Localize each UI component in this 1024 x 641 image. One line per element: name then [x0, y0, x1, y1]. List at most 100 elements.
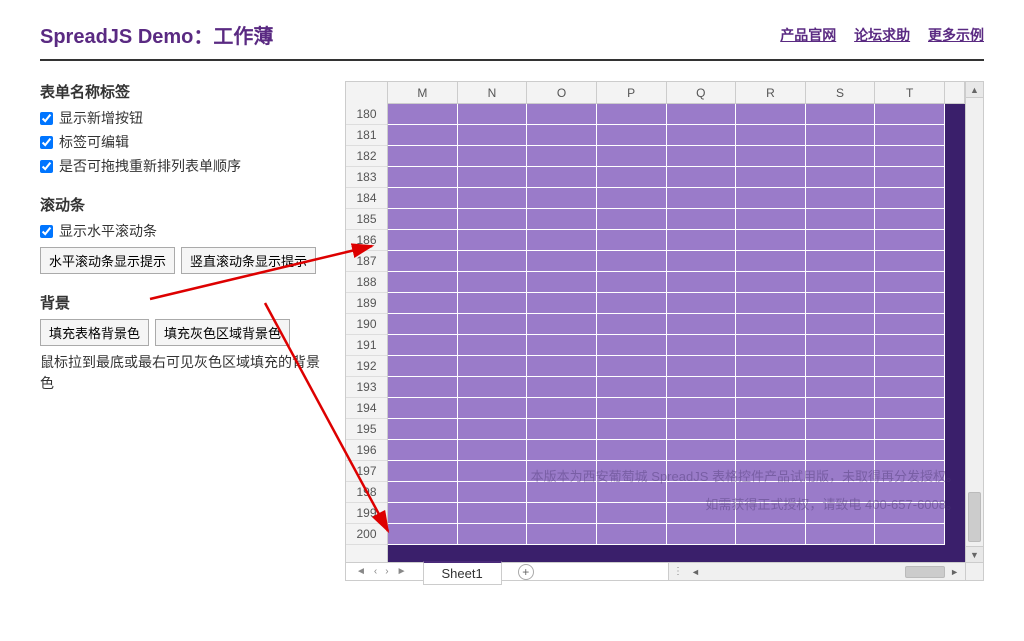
fill-gray-bg-button[interactable]: 填充灰色区域背景色: [155, 319, 290, 346]
cell[interactable]: [527, 230, 597, 251]
row-header-198[interactable]: 198: [346, 482, 388, 503]
cell[interactable]: [667, 335, 737, 356]
cell[interactable]: [597, 104, 667, 125]
check-tab-editable[interactable]: 标签可编辑: [40, 132, 325, 152]
cell[interactable]: [667, 398, 737, 419]
cell[interactable]: [736, 377, 806, 398]
tab-nav-prev-icon[interactable]: ‹: [372, 566, 379, 577]
column-header-N[interactable]: N: [458, 82, 528, 103]
cell[interactable]: [527, 125, 597, 146]
cell[interactable]: [458, 314, 528, 335]
cell[interactable]: [736, 293, 806, 314]
cell[interactable]: [388, 251, 458, 272]
cell[interactable]: [736, 230, 806, 251]
row-header-196[interactable]: 196: [346, 440, 388, 461]
cell[interactable]: [388, 188, 458, 209]
cell[interactable]: [875, 398, 945, 419]
cell[interactable]: [388, 482, 458, 503]
cell[interactable]: [597, 503, 667, 524]
row-header-187[interactable]: 187: [346, 251, 388, 272]
tab-nav-next-icon[interactable]: ›: [383, 566, 390, 577]
cell[interactable]: [458, 503, 528, 524]
cell[interactable]: [597, 524, 667, 545]
column-header-T[interactable]: T: [875, 82, 945, 103]
cell[interactable]: [388, 230, 458, 251]
cell[interactable]: [875, 230, 945, 251]
cell[interactable]: [388, 125, 458, 146]
vscroll-tip-button[interactable]: 竖直滚动条显示提示: [181, 247, 316, 274]
cell[interactable]: [667, 251, 737, 272]
link-product[interactable]: 产品官网: [780, 27, 836, 43]
cell[interactable]: [667, 188, 737, 209]
cell[interactable]: [527, 524, 597, 545]
column-header-S[interactable]: S: [806, 82, 876, 103]
row-header-185[interactable]: 185: [346, 209, 388, 230]
cell[interactable]: [527, 293, 597, 314]
hscroll-thumb[interactable]: [905, 566, 945, 578]
cell[interactable]: [458, 377, 528, 398]
cell[interactable]: [458, 125, 528, 146]
cell[interactable]: [388, 104, 458, 125]
cell[interactable]: [527, 335, 597, 356]
cell[interactable]: [527, 461, 597, 482]
cell[interactable]: [388, 377, 458, 398]
hscroll-right-arrow-icon[interactable]: ►: [946, 567, 963, 577]
cell[interactable]: [527, 104, 597, 125]
cell[interactable]: [806, 209, 876, 230]
cell[interactable]: [527, 377, 597, 398]
cell[interactable]: [806, 419, 876, 440]
cell[interactable]: [458, 524, 528, 545]
cell[interactable]: [597, 482, 667, 503]
cell[interactable]: [736, 104, 806, 125]
row-header-193[interactable]: 193: [346, 377, 388, 398]
cell[interactable]: [458, 188, 528, 209]
cell[interactable]: [875, 461, 945, 482]
cell[interactable]: [667, 461, 737, 482]
cell[interactable]: [736, 146, 806, 167]
row-header-182[interactable]: 182: [346, 146, 388, 167]
cell[interactable]: [458, 104, 528, 125]
scroll-down-arrow-icon[interactable]: ▼: [966, 546, 983, 562]
row-header-192[interactable]: 192: [346, 356, 388, 377]
cell[interactable]: [736, 251, 806, 272]
cell[interactable]: [458, 146, 528, 167]
cell[interactable]: [875, 335, 945, 356]
cell[interactable]: [736, 356, 806, 377]
cell[interactable]: [458, 419, 528, 440]
row-header-183[interactable]: 183: [346, 167, 388, 188]
cell[interactable]: [736, 188, 806, 209]
cell[interactable]: [736, 482, 806, 503]
cell[interactable]: [875, 125, 945, 146]
row-header-200[interactable]: 200: [346, 524, 388, 545]
cell[interactable]: [806, 230, 876, 251]
cell[interactable]: [667, 356, 737, 377]
cell[interactable]: [875, 356, 945, 377]
cell[interactable]: [388, 293, 458, 314]
cell[interactable]: [667, 146, 737, 167]
column-header-Q[interactable]: Q: [667, 82, 737, 103]
new-sheet-button[interactable]: +: [518, 564, 534, 580]
cell[interactable]: [597, 188, 667, 209]
cell[interactable]: [806, 503, 876, 524]
cell[interactable]: [736, 440, 806, 461]
cell[interactable]: [736, 209, 806, 230]
cell[interactable]: [667, 104, 737, 125]
row-header-181[interactable]: 181: [346, 125, 388, 146]
cell[interactable]: [806, 356, 876, 377]
cell[interactable]: [806, 335, 876, 356]
cell[interactable]: [806, 104, 876, 125]
scroll-up-arrow-icon[interactable]: ▲: [966, 82, 983, 98]
fill-grid-bg-button[interactable]: 填充表格背景色: [40, 319, 149, 346]
cell[interactable]: [527, 440, 597, 461]
cell[interactable]: [527, 398, 597, 419]
link-examples[interactable]: 更多示例: [928, 27, 984, 43]
cell[interactable]: [597, 356, 667, 377]
cell[interactable]: [527, 503, 597, 524]
cell[interactable]: [527, 167, 597, 188]
check-show-hscroll[interactable]: 显示水平滚动条: [40, 221, 325, 241]
cell[interactable]: [736, 272, 806, 293]
cell[interactable]: [736, 167, 806, 188]
cell[interactable]: [458, 272, 528, 293]
cell[interactable]: [875, 503, 945, 524]
cell[interactable]: [597, 419, 667, 440]
